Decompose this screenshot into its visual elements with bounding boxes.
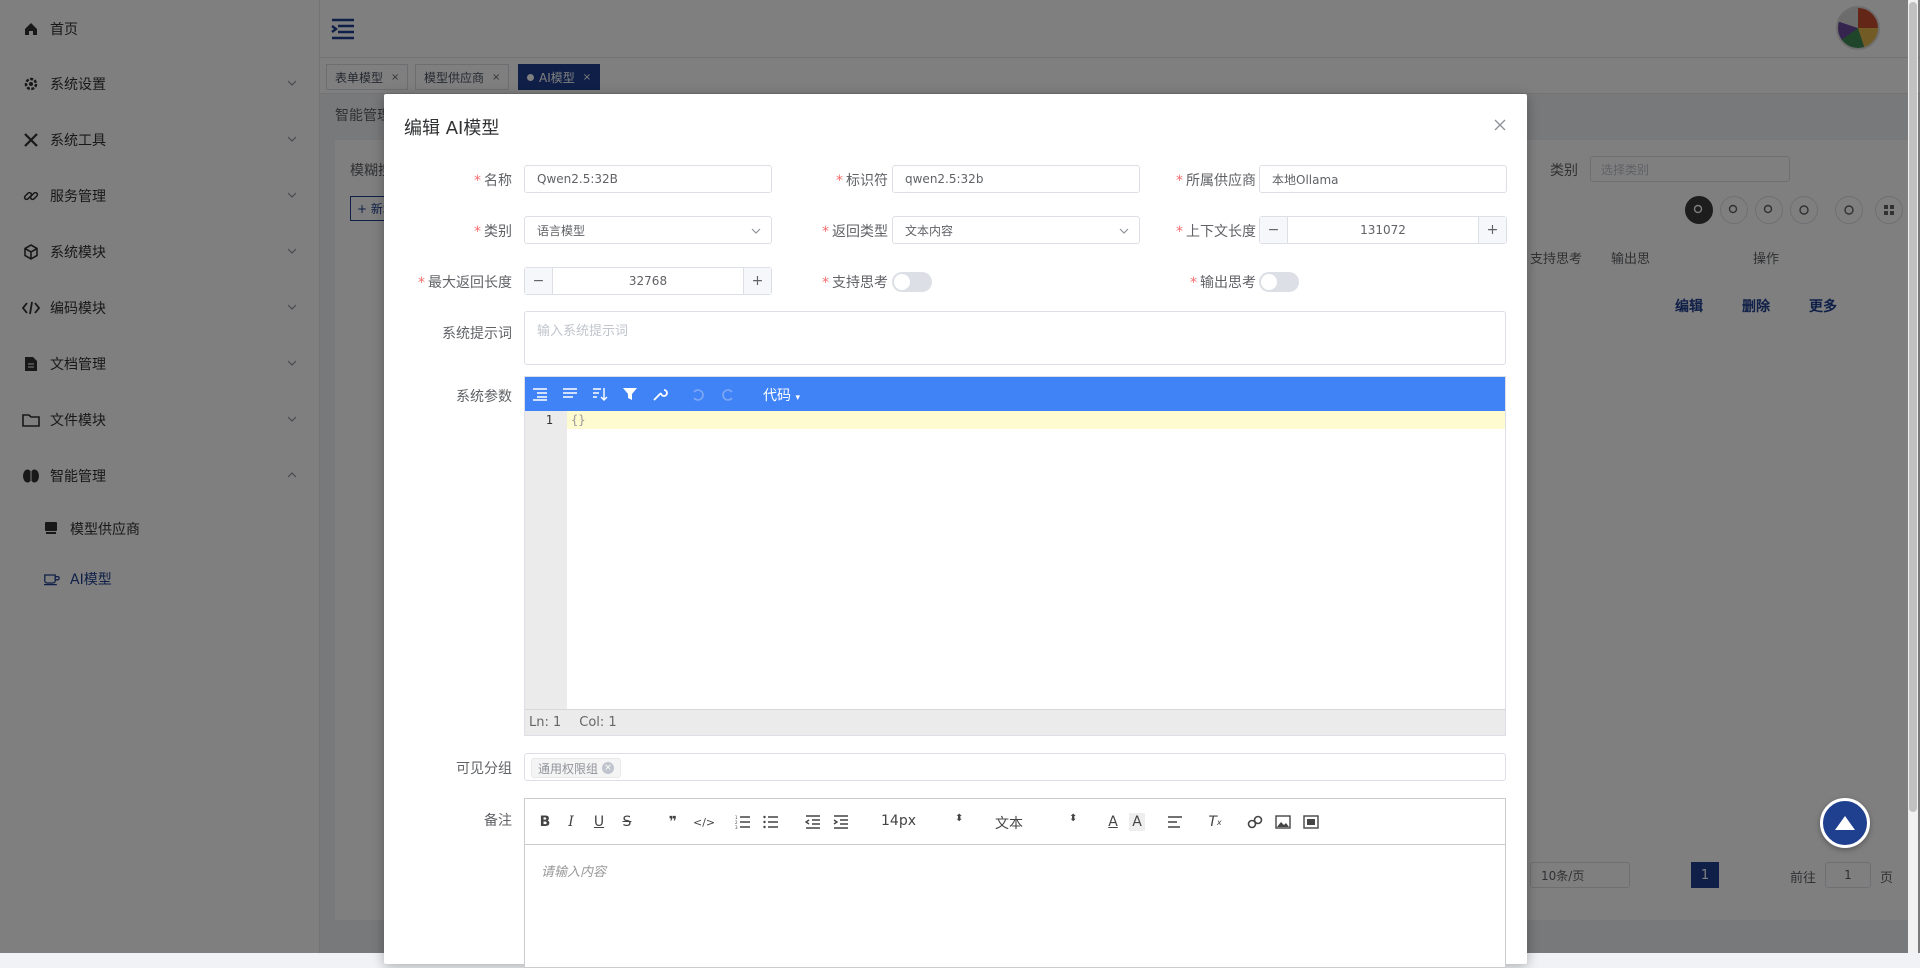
strike-icon[interactable]: S [619,813,635,831]
code-block-icon[interactable]: </> [693,813,715,831]
provider-label: * 所属供应商 [1176,173,1256,189]
return-type-select[interactable]: 文本内容 [892,216,1140,244]
line-gutter: 1 [525,411,567,711]
support-thinking-label: * 支持思考 [822,275,888,291]
format-icon[interactable] [531,385,549,403]
sort-icon[interactable] [591,385,609,403]
line-number: 1 [545,413,553,427]
editor-toolbar: 代码 ▾ [525,377,1505,411]
svg-text:3: 3 [735,825,738,829]
paragraph-select[interactable]: 文本 ⬍ [995,813,1077,833]
page-scrollbar[interactable] [1908,0,1918,953]
link-icon[interactable] [1247,813,1263,831]
image-icon[interactable] [1275,813,1291,831]
blockquote-icon[interactable]: ❞ [665,813,681,831]
font-size-select[interactable]: 14px ⬍ [881,813,963,829]
undo-icon[interactable] [689,385,707,403]
compact-icon[interactable] [561,385,579,403]
bullet-list-icon[interactable] [763,813,779,831]
filter-icon[interactable] [621,385,639,403]
video-icon[interactable] [1303,813,1319,831]
decrement-button[interactable]: − [1260,217,1288,243]
increment-button[interactable]: + [743,268,771,294]
visible-groups-label: 可见分组 [456,761,512,777]
rich-text-editor[interactable]: B I U S ❞ </> 123 14px ⬍ 文本 ⬍ A A Tx 请输入内容 [524,798,1506,968]
repair-icon[interactable] [651,385,669,403]
background-color-icon[interactable]: A [1129,813,1145,831]
editor-status-bar: Ln: 1 Col: 1 [525,709,1505,735]
provider-input[interactable]: 本地Ollama [1259,165,1507,193]
indent-icon[interactable] [833,813,849,831]
identifier-label: * 标识符 [836,173,888,189]
chevron-down-icon [1119,228,1129,234]
italic-icon[interactable]: I [563,813,579,831]
redo-icon[interactable] [719,385,737,403]
identifier-input[interactable]: qwen2.5:32b [892,165,1140,193]
max-return-length-stepper[interactable]: − 32768 + [524,267,772,295]
support-thinking-switch[interactable] [892,272,932,292]
remark-label: 备注 [484,813,512,829]
visible-groups-select[interactable]: 通用权限组 × [524,753,1506,781]
json-editor[interactable]: 代码 ▾ 1 {} Ln: 1 Col: 1 [524,376,1506,736]
category-select[interactable]: 语言模型 [524,216,772,244]
name-label: * 名称 [474,173,512,189]
code-content[interactable]: {} [571,413,585,427]
back-to-top-button[interactable] [1820,798,1870,848]
outdent-icon[interactable] [805,813,821,831]
editor-mode-dropdown[interactable]: 代码 ▾ [763,385,800,405]
group-tag: 通用权限组 × [531,758,622,778]
scrollbar-thumb[interactable] [1909,2,1917,812]
context-length-label: * 上下文长度 [1176,224,1256,240]
triangle-up-icon [1835,816,1855,830]
category-label: * 类别 [474,224,512,240]
max-return-length-label: * 最大返回长度 [418,275,512,291]
close-icon[interactable]: × [602,762,615,774]
increment-button[interactable]: + [1478,217,1506,243]
ordered-list-icon[interactable]: 123 [735,813,751,831]
output-thinking-label: * 输出思考 [1190,275,1256,291]
name-input[interactable]: Qwen2.5:32B [524,165,772,193]
caret-down-icon: ▾ [795,393,800,403]
system-prompt-label: 系统提示词 [442,326,512,342]
align-icon[interactable] [1167,813,1183,831]
font-color-icon[interactable]: A [1105,813,1121,831]
system-prompt-textarea[interactable]: 输入系统提示词 [524,311,1506,365]
bold-icon[interactable]: B [537,813,553,831]
select-arrows-icon: ⬍ [1069,813,1078,824]
edit-ai-model-dialog: 编辑 AI模型 * 名称 Qwen2.5:32B * 标识符 qwen2.5:32b… [384,94,1527,968]
select-arrows-icon: ⬍ [955,813,964,824]
dialog-title: 编辑 AI模型 [404,118,500,139]
clear-format-icon[interactable]: Tx [1207,813,1223,831]
rte-content[interactable]: 请输入内容 [541,861,606,880]
context-length-stepper[interactable]: − 131072 + [1259,216,1507,244]
active-line-highlight [567,411,1505,429]
decrement-button[interactable]: − [525,268,553,294]
close-icon[interactable] [1493,118,1507,132]
underline-icon[interactable]: U [591,813,607,831]
return-type-label: * 返回类型 [822,224,888,240]
chevron-down-icon [751,228,761,234]
output-thinking-switch[interactable] [1259,272,1299,292]
rte-toolbar: B I U S ❞ </> 123 14px ⬍ 文本 ⬍ A A Tx [525,799,1505,845]
system-params-label: 系统参数 [456,389,512,405]
